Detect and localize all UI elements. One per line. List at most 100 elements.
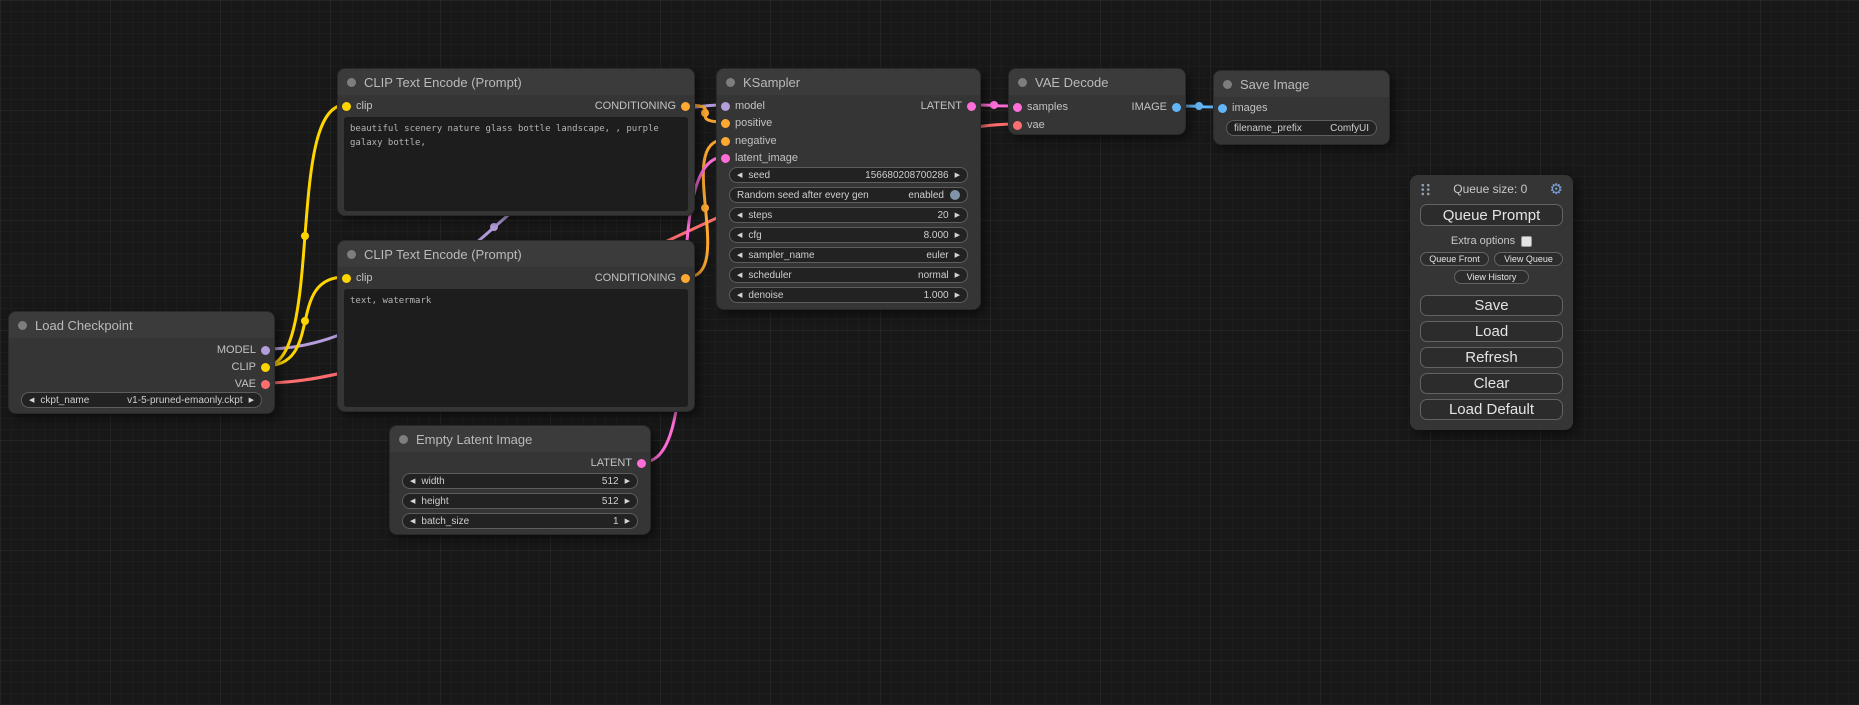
slot-dot-image[interactable]	[1172, 103, 1181, 112]
widget-cfg[interactable]: ◀ cfg 8.000 ▶	[729, 227, 968, 243]
input-slot-model[interactable]: model	[721, 98, 765, 114]
widget-width[interactable]: ◀ width 512 ▶	[402, 473, 638, 489]
node-title-bar[interactable]: VAE Decode	[1009, 69, 1185, 95]
output-slot-latent[interactable]: LATENT	[921, 98, 976, 114]
input-slot-latent-image[interactable]: latent_image	[721, 150, 798, 166]
slot-dot-latent[interactable]	[637, 459, 646, 468]
node-clip-text-encode-positive[interactable]: CLIP Text Encode (Prompt) clip CONDITION…	[337, 68, 695, 216]
decrement-arrow-icon[interactable]: ◀	[737, 252, 742, 259]
graph-canvas[interactable]: Load Checkpoint MODEL CLIP VAE ◀ ckpt_na…	[0, 0, 1859, 705]
input-slot-samples[interactable]: samples	[1013, 99, 1068, 115]
output-slot-clip[interactable]: CLIP	[232, 359, 270, 375]
increment-arrow-icon[interactable]: ▶	[249, 397, 254, 404]
decrement-arrow-icon[interactable]: ◀	[737, 212, 742, 219]
node-save-image[interactable]: Save Image images filename_prefix ComfyU…	[1213, 70, 1390, 145]
node-vae-decode[interactable]: VAE Decode samples vae IMAGE	[1008, 68, 1186, 135]
node-load-checkpoint[interactable]: Load Checkpoint MODEL CLIP VAE ◀ ckpt_na…	[8, 311, 275, 414]
increment-arrow-icon[interactable]: ▶	[955, 252, 960, 259]
widget-sampler-name[interactable]: ◀ sampler_name euler ▶	[729, 247, 968, 263]
collapse-toggle-icon[interactable]	[726, 78, 735, 87]
slot-dot-conditioning[interactable]	[681, 274, 690, 283]
slot-dot-vae[interactable]	[261, 380, 270, 389]
input-slot-vae[interactable]: vae	[1013, 117, 1045, 133]
extra-options-checkbox[interactable]	[1521, 236, 1532, 247]
output-slot-image[interactable]: IMAGE	[1132, 99, 1181, 115]
output-slot-conditioning[interactable]: CONDITIONING	[595, 270, 690, 286]
collapse-toggle-icon[interactable]	[347, 250, 356, 259]
input-slot-clip[interactable]: clip	[342, 270, 373, 286]
decrement-arrow-icon[interactable]: ◀	[410, 518, 415, 525]
output-slot-model[interactable]: MODEL	[217, 342, 270, 358]
widget-denoise[interactable]: ◀ denoise 1.000 ▶	[729, 287, 968, 303]
decrement-arrow-icon[interactable]: ◀	[737, 292, 742, 299]
input-slot-negative[interactable]: negative	[721, 133, 777, 149]
increment-arrow-icon[interactable]: ▶	[625, 518, 630, 525]
drag-handle-icon[interactable]	[1420, 183, 1431, 196]
decrement-arrow-icon[interactable]: ◀	[737, 172, 742, 179]
node-title-bar[interactable]: Empty Latent Image	[390, 426, 650, 452]
settings-gear-icon[interactable]: ⚙	[1550, 182, 1563, 197]
node-title-bar[interactable]: Save Image	[1214, 71, 1389, 97]
decrement-arrow-icon[interactable]: ◀	[737, 272, 742, 279]
collapse-toggle-icon[interactable]	[1223, 80, 1232, 89]
view-history-button[interactable]: View History	[1454, 270, 1530, 284]
increment-arrow-icon[interactable]: ▶	[955, 292, 960, 299]
output-slot-conditioning[interactable]: CONDITIONING	[595, 98, 690, 114]
slot-dot-latent[interactable]	[1013, 103, 1022, 112]
clear-button[interactable]: Clear	[1420, 373, 1563, 394]
collapse-toggle-icon[interactable]	[18, 321, 27, 330]
slot-dot-latent[interactable]	[721, 154, 730, 163]
increment-arrow-icon[interactable]: ▶	[625, 478, 630, 485]
slot-dot-clip[interactable]	[342, 274, 351, 283]
node-title-bar[interactable]: Load Checkpoint	[9, 312, 274, 338]
slot-dot-conditioning[interactable]	[721, 137, 730, 146]
node-title-bar[interactable]: KSampler	[717, 69, 980, 95]
widget-filename-prefix[interactable]: filename_prefix ComfyUI	[1226, 120, 1377, 136]
decrement-arrow-icon[interactable]: ◀	[737, 232, 742, 239]
view-queue-button[interactable]: View Queue	[1494, 252, 1563, 266]
widget-batch-size[interactable]: ◀ batch_size 1 ▶	[402, 513, 638, 529]
collapse-toggle-icon[interactable]	[347, 78, 356, 87]
decrement-arrow-icon[interactable]: ◀	[410, 478, 415, 485]
slot-dot-clip[interactable]	[342, 102, 351, 111]
widget-steps[interactable]: ◀ steps 20 ▶	[729, 207, 968, 223]
node-ksampler[interactable]: KSampler model positive negative latent_…	[716, 68, 981, 310]
decrement-arrow-icon[interactable]: ◀	[410, 498, 415, 505]
input-slot-images[interactable]: images	[1218, 100, 1267, 116]
slot-dot-image[interactable]	[1218, 104, 1227, 113]
input-slot-positive[interactable]: positive	[721, 115, 772, 131]
slot-dot-model[interactable]	[721, 102, 730, 111]
slot-dot-conditioning[interactable]	[681, 102, 690, 111]
widget-ckpt-name[interactable]: ◀ ckpt_name v1-5-pruned-emaonly.ckpt ▶	[21, 392, 262, 408]
increment-arrow-icon[interactable]: ▶	[955, 272, 960, 279]
load-default-button[interactable]: Load Default	[1420, 399, 1563, 420]
increment-arrow-icon[interactable]: ▶	[955, 212, 960, 219]
increment-arrow-icon[interactable]: ▶	[955, 172, 960, 179]
toggle-knob[interactable]	[950, 190, 960, 200]
widget-seed[interactable]: ◀ seed 156680208700286 ▶	[729, 167, 968, 183]
widget-scheduler[interactable]: ◀ scheduler normal ▶	[729, 267, 968, 283]
prompt-textarea[interactable]: beautiful scenery nature glass bottle la…	[344, 117, 688, 211]
input-slot-clip[interactable]: clip	[342, 98, 373, 114]
node-title-bar[interactable]: CLIP Text Encode (Prompt)	[338, 241, 694, 267]
save-button[interactable]: Save	[1420, 295, 1563, 316]
output-slot-vae[interactable]: VAE	[235, 376, 270, 392]
node-clip-text-encode-negative[interactable]: CLIP Text Encode (Prompt) clip CONDITION…	[337, 240, 695, 412]
output-slot-latent[interactable]: LATENT	[591, 455, 646, 471]
increment-arrow-icon[interactable]: ▶	[625, 498, 630, 505]
node-title-bar[interactable]: CLIP Text Encode (Prompt)	[338, 69, 694, 95]
slot-dot-conditioning[interactable]	[721, 119, 730, 128]
collapse-toggle-icon[interactable]	[1018, 78, 1027, 87]
slot-dot-latent[interactable]	[967, 102, 976, 111]
widget-random-seed[interactable]: Random seed after every gen enabled	[729, 187, 968, 203]
increment-arrow-icon[interactable]: ▶	[955, 232, 960, 239]
slot-dot-model[interactable]	[261, 346, 270, 355]
collapse-toggle-icon[interactable]	[399, 435, 408, 444]
prompt-textarea[interactable]: text, watermark	[344, 289, 688, 407]
slot-dot-clip[interactable]	[261, 363, 270, 372]
queue-prompt-button[interactable]: Queue Prompt	[1420, 204, 1563, 226]
refresh-button[interactable]: Refresh	[1420, 347, 1563, 368]
decrement-arrow-icon[interactable]: ◀	[29, 397, 34, 404]
load-button[interactable]: Load	[1420, 321, 1563, 342]
widget-height[interactable]: ◀ height 512 ▶	[402, 493, 638, 509]
